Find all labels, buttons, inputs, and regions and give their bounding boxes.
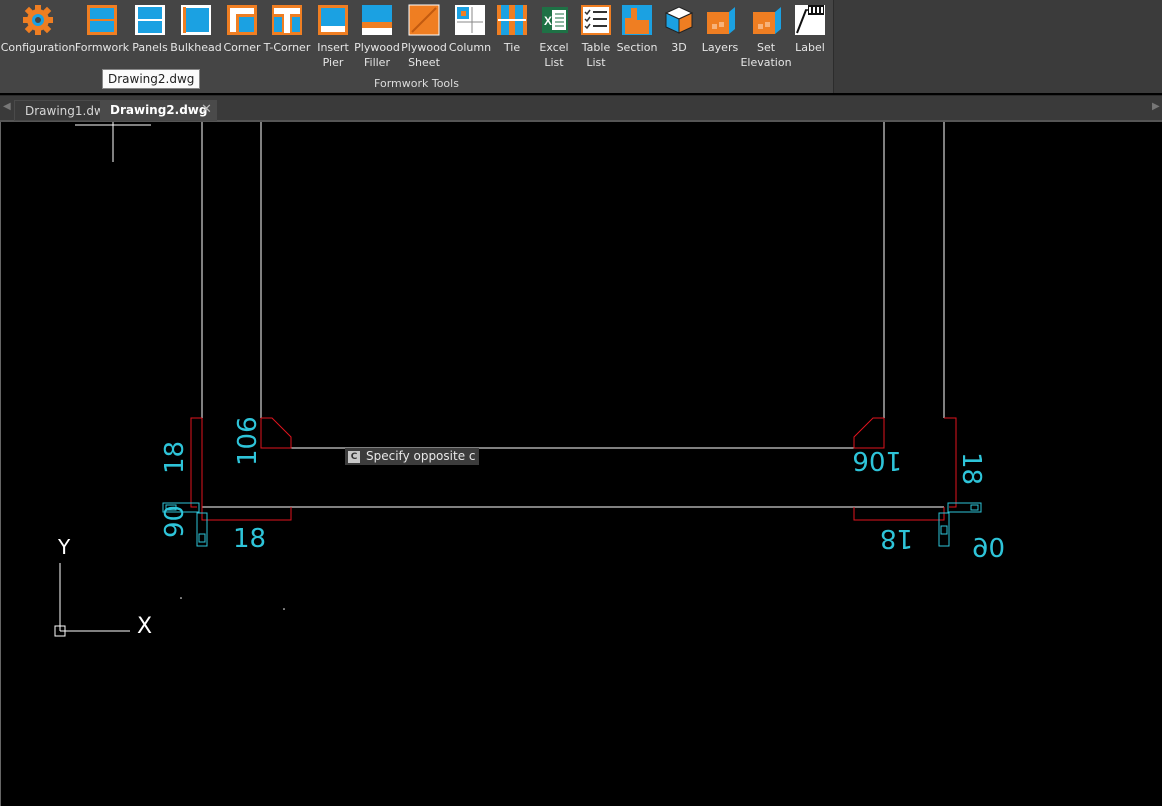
excel-icon: X <box>538 4 570 36</box>
label-label: Label <box>795 41 825 54</box>
gear-icon <box>22 4 54 36</box>
layers-icon <box>704 4 736 36</box>
insert-pier-label: Insert Pier <box>317 41 349 69</box>
corner-icon <box>226 4 258 36</box>
tie-button[interactable]: Tie <box>494 0 530 72</box>
t-corner-label: T-Corner <box>263 41 311 54</box>
insert-pier-button[interactable]: Insert Pier <box>313 0 353 72</box>
configuration-button[interactable]: Configuration <box>0 0 76 72</box>
column-button[interactable]: Column <box>448 0 492 72</box>
dim-left-106: 106 <box>233 416 263 466</box>
dim-right-vertical: 18 <box>956 452 986 485</box>
formwork-icon <box>86 4 118 36</box>
close-tab-icon[interactable]: ✕ <box>201 102 212 117</box>
elevation-icon <box>750 4 782 36</box>
svg-text:X: X <box>544 14 552 28</box>
insert-pier-icon <box>317 4 349 36</box>
dim-left-vertical: 18 <box>160 441 190 474</box>
panels-icon <box>134 4 166 36</box>
section-label: Section <box>616 41 658 54</box>
command-icon: C <box>348 450 360 463</box>
table-list-icon <box>580 4 612 36</box>
dim-left-bottom-90: 90 <box>160 505 190 538</box>
cursor-crosshair <box>75 122 151 162</box>
plywood-sheet-icon <box>408 4 440 36</box>
bulkhead-icon <box>180 4 212 36</box>
tab-scroll-right-icon[interactable]: ▶ <box>1152 101 1160 112</box>
panels-button[interactable]: Panels <box>131 0 169 72</box>
prompt-text: Specify opposite c <box>366 449 476 463</box>
dim-right-bottom-90: 90 <box>972 531 1005 561</box>
set-elevation-button[interactable]: Set Elevation <box>740 0 792 72</box>
label-button[interactable]: Label <box>792 0 828 72</box>
corner-label: Corner <box>223 41 261 54</box>
set-elevation-label: Set Elevation <box>740 41 792 69</box>
bulkhead-label: Bulkhead <box>170 41 222 54</box>
drawing-viewport[interactable]: 18 106 18 90 106 18 18 90 X Y <box>1 122 1162 806</box>
dim-left-bottom-18: 18 <box>233 524 266 554</box>
plywood-filler-button[interactable]: Plywood Filler <box>354 0 400 72</box>
ucs-icon <box>54 563 130 637</box>
layers-label: Layers <box>701 41 739 54</box>
tab-tooltip: Drawing2.dwg <box>102 69 201 89</box>
3d-button[interactable]: 3D <box>661 0 697 72</box>
t-corner-icon <box>271 4 303 36</box>
configuration-label: Configuration <box>0 41 76 54</box>
formwork-button[interactable]: Formwork <box>74 0 130 72</box>
tie-label: Tie <box>503 41 521 54</box>
plywood-sheet-label: Plywood Sheet <box>401 41 447 69</box>
dim-right-106: 106 <box>852 445 902 475</box>
plywood-filler-icon <box>361 4 393 36</box>
ucs-x-label: X <box>137 614 152 639</box>
formwork-label: Formwork <box>74 41 130 54</box>
t-corner-button[interactable]: T-Corner <box>263 0 311 72</box>
ucs-y-label: Y <box>57 535 71 559</box>
excel-list-label: Excel List <box>539 41 569 69</box>
column-icon <box>454 4 486 36</box>
wall-outline <box>201 122 945 508</box>
section-icon <box>621 4 653 36</box>
document-tab-bar: ◀ Drawing1.dwg Drawing2.dwg ✕ ▶ <box>0 95 1162 122</box>
tie-icon <box>496 4 528 36</box>
plywood-filler-label: Plywood Filler <box>354 41 400 69</box>
cube-icon <box>663 4 695 36</box>
drawing-canvas[interactable]: 18 106 18 90 106 18 18 90 X Y <box>0 122 1162 806</box>
panels-label: Panels <box>132 41 168 54</box>
bulkhead-button[interactable]: Bulkhead <box>170 0 222 72</box>
tab-scroll-left-icon[interactable]: ◀ <box>3 101 11 112</box>
dim-right-bottom-18: 18 <box>880 523 913 553</box>
table-list-label: Table List <box>581 41 611 69</box>
ribbon-empty-area <box>833 0 1162 93</box>
column-label: Column <box>448 41 492 54</box>
tab-drawing2[interactable]: Drawing2.dwg <box>100 100 218 121</box>
corner-button[interactable]: Corner <box>223 0 261 72</box>
3d-label: 3D <box>671 41 687 54</box>
excel-list-button[interactable]: X Excel List <box>536 0 572 72</box>
plywood-sheet-button[interactable]: Plywood Sheet <box>401 0 447 72</box>
text-label-icon <box>794 4 826 36</box>
dynamic-input-prompt: C Specify opposite c <box>345 448 480 465</box>
section-button[interactable]: Section <box>616 0 658 72</box>
table-list-button[interactable]: Table List <box>578 0 614 72</box>
layers-button[interactable]: Layers <box>700 0 740 72</box>
tie-hardware <box>162 502 982 547</box>
dimension-texts: 18 106 18 90 106 18 18 90 <box>160 416 1005 561</box>
